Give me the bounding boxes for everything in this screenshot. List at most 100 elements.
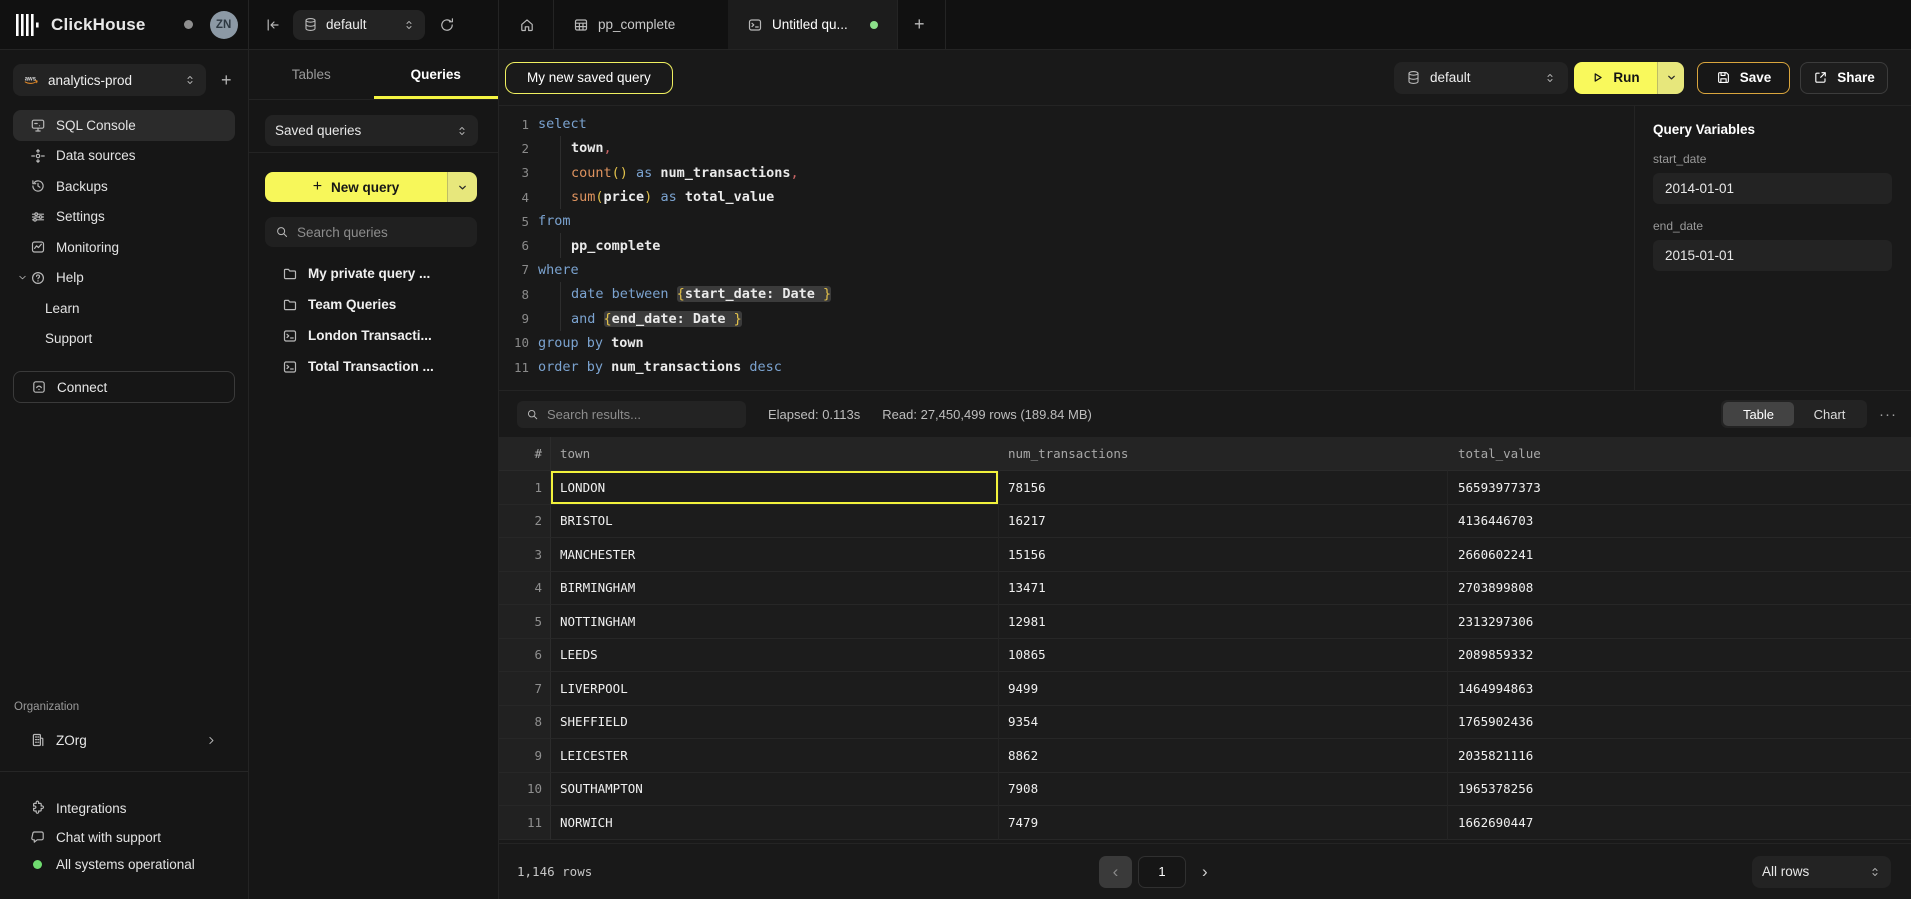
cell-num[interactable]: 10865 bbox=[999, 639, 1448, 673]
query-list-item[interactable]: Total Transaction ... bbox=[249, 351, 498, 382]
add-service-button[interactable]: + bbox=[216, 70, 237, 91]
cell-town[interactable]: SHEFFIELD bbox=[551, 706, 999, 740]
column-header-town[interactable]: town bbox=[551, 437, 999, 471]
run-database-selector[interactable]: default bbox=[1394, 62, 1568, 94]
cell-town[interactable]: BRISTOL bbox=[551, 505, 999, 539]
connect-button[interactable]: Connect bbox=[13, 371, 235, 403]
cell-num[interactable]: 78156 bbox=[999, 471, 1448, 505]
page-size-selector[interactable]: All rows bbox=[1752, 856, 1891, 888]
sidebar-item-backups[interactable]: Backups bbox=[13, 171, 235, 202]
cell-total[interactable]: 56593977373 bbox=[1448, 471, 1911, 505]
organization-switcher[interactable]: ZOrg bbox=[13, 725, 235, 755]
sidebar-item-monitoring[interactable]: Monitoring bbox=[13, 232, 235, 263]
cell-total[interactable]: 2035821116 bbox=[1448, 739, 1911, 773]
cell-num[interactable]: 9354 bbox=[999, 706, 1448, 740]
start-date-field[interactable] bbox=[1653, 173, 1892, 204]
save-button[interactable]: Save bbox=[1697, 62, 1790, 94]
sidebar-item-chat-support[interactable]: Chat with support bbox=[13, 822, 235, 852]
cell-total[interactable]: 2089859332 bbox=[1448, 639, 1911, 673]
table-row[interactable]: 3 MANCHESTER 15156 2660602241 bbox=[499, 538, 1911, 572]
table-row[interactable]: 2 BRISTOL 16217 4136446703 bbox=[499, 505, 1911, 539]
cell-total[interactable]: 4136446703 bbox=[1448, 505, 1911, 539]
system-status[interactable]: All systems operational bbox=[13, 849, 235, 879]
search-queries-box[interactable] bbox=[265, 217, 477, 247]
table-row[interactable]: 9 LEICESTER 8862 2035821116 bbox=[499, 739, 1911, 773]
cell-town[interactable]: LEEDS bbox=[551, 639, 999, 673]
cell-town[interactable]: NOTTINGHAM bbox=[551, 605, 999, 639]
new-query-main[interactable]: + New query bbox=[265, 172, 447, 202]
service-selector[interactable]: aws analytics-prod bbox=[13, 64, 206, 96]
table-row[interactable]: 8 SHEFFIELD 9354 1765902436 bbox=[499, 706, 1911, 740]
tab-pp-complete[interactable]: pp_complete bbox=[554, 0, 728, 49]
table-row[interactable]: 10 SOUTHAMPTON 7908 1965378256 bbox=[499, 773, 1911, 807]
collapse-sidebar-icon[interactable] bbox=[265, 17, 281, 33]
cell-total[interactable]: 1765902436 bbox=[1448, 706, 1911, 740]
tab-untitled-query[interactable]: Untitled qu... bbox=[728, 0, 897, 49]
table-row[interactable]: 5 NOTTINGHAM 12981 2313297306 bbox=[499, 605, 1911, 639]
end-date-field[interactable] bbox=[1653, 240, 1892, 271]
table-row[interactable]: 4 BIRMINGHAM 13471 2703899808 bbox=[499, 572, 1911, 606]
home-button[interactable] bbox=[499, 0, 553, 49]
cell-num[interactable]: 13471 bbox=[999, 572, 1448, 606]
page-number-input[interactable] bbox=[1139, 857, 1185, 887]
table-row[interactable]: 1 LONDON 78156 56593977373 bbox=[499, 471, 1911, 505]
cell-num[interactable]: 9499 bbox=[999, 672, 1448, 706]
cell-town[interactable]: BIRMINGHAM bbox=[551, 572, 999, 606]
column-header-num-transactions[interactable]: num_transactions bbox=[999, 437, 1448, 471]
sidebar-item-settings[interactable]: Settings bbox=[13, 202, 235, 233]
sidebar-item-learn[interactable]: Learn bbox=[13, 293, 235, 324]
column-header-total-value[interactable]: total_value bbox=[1448, 437, 1911, 471]
new-query-dropdown[interactable] bbox=[447, 172, 477, 202]
query-list-item[interactable]: London Transacti... bbox=[249, 320, 498, 351]
cell-num[interactable]: 12981 bbox=[999, 605, 1448, 639]
cell-num[interactable]: 7479 bbox=[999, 806, 1448, 840]
cell-town-selected[interactable]: LONDON bbox=[551, 471, 999, 505]
cell-town[interactable]: MANCHESTER bbox=[551, 538, 999, 572]
cell-town[interactable]: LEICESTER bbox=[551, 739, 999, 773]
cell-total[interactable]: 2660602241 bbox=[1448, 538, 1911, 572]
search-results-box[interactable] bbox=[517, 401, 746, 428]
view-toggle-chart[interactable]: Chart bbox=[1794, 402, 1865, 426]
saved-query-tab[interactable]: My new saved query bbox=[505, 62, 673, 94]
new-query-button[interactable]: + New query bbox=[265, 172, 477, 202]
search-results-input[interactable] bbox=[547, 407, 737, 422]
tab-tables[interactable]: Tables bbox=[249, 50, 374, 99]
cell-num[interactable]: 7908 bbox=[999, 773, 1448, 807]
view-toggle-table[interactable]: Table bbox=[1723, 402, 1794, 426]
tab-queries[interactable]: Queries bbox=[374, 50, 499, 99]
cell-num[interactable]: 16217 bbox=[999, 505, 1448, 539]
share-button[interactable]: Share bbox=[1800, 62, 1888, 94]
sidebar-item-support[interactable]: Support bbox=[13, 324, 235, 355]
sql-editor[interactable]: 1 select 2 town, 3 count() as num_transa… bbox=[499, 106, 1634, 390]
query-list-item[interactable]: My private query ... bbox=[249, 258, 498, 289]
database-selector[interactable]: default bbox=[293, 10, 425, 40]
end-date-input[interactable] bbox=[1665, 248, 1880, 263]
run-options-dropdown[interactable] bbox=[1657, 62, 1684, 94]
start-date-input[interactable] bbox=[1665, 181, 1880, 196]
cell-num[interactable]: 15156 bbox=[999, 538, 1448, 572]
more-options-button[interactable]: ··· bbox=[1875, 406, 1901, 423]
sidebar-item-sql-console[interactable]: SQL Console bbox=[13, 110, 235, 141]
column-header-index[interactable]: # bbox=[499, 437, 551, 471]
sidebar-item-help[interactable]: Help bbox=[13, 263, 235, 294]
cell-total[interactable]: 2703899808 bbox=[1448, 572, 1911, 606]
cell-town[interactable]: SOUTHAMPTON bbox=[551, 773, 999, 807]
cell-town[interactable]: LIVERPOOL bbox=[551, 672, 999, 706]
run-button[interactable]: Run bbox=[1574, 62, 1684, 94]
refresh-icon[interactable] bbox=[439, 17, 455, 33]
table-row[interactable]: 6 LEEDS 10865 2089859332 bbox=[499, 639, 1911, 673]
cell-num[interactable]: 8862 bbox=[999, 739, 1448, 773]
search-queries-input[interactable] bbox=[297, 225, 467, 240]
table-row[interactable]: 11 NORWICH 7479 1662690447 bbox=[499, 806, 1911, 840]
run-button-main[interactable]: Run bbox=[1574, 62, 1657, 94]
saved-queries-filter[interactable]: Saved queries bbox=[265, 115, 478, 146]
cell-total[interactable]: 1464994863 bbox=[1448, 672, 1911, 706]
sidebar-item-integrations[interactable]: Integrations bbox=[13, 793, 235, 823]
new-tab-button[interactable]: + bbox=[898, 0, 945, 49]
query-list-item[interactable]: Team Queries bbox=[249, 289, 498, 320]
cell-total[interactable]: 1662690447 bbox=[1448, 806, 1911, 840]
page-number-box[interactable] bbox=[1138, 856, 1186, 888]
cell-total[interactable]: 1965378256 bbox=[1448, 773, 1911, 807]
sidebar-item-data-sources[interactable]: Data sources bbox=[13, 141, 235, 172]
prev-page-button[interactable]: ‹ bbox=[1099, 856, 1132, 888]
